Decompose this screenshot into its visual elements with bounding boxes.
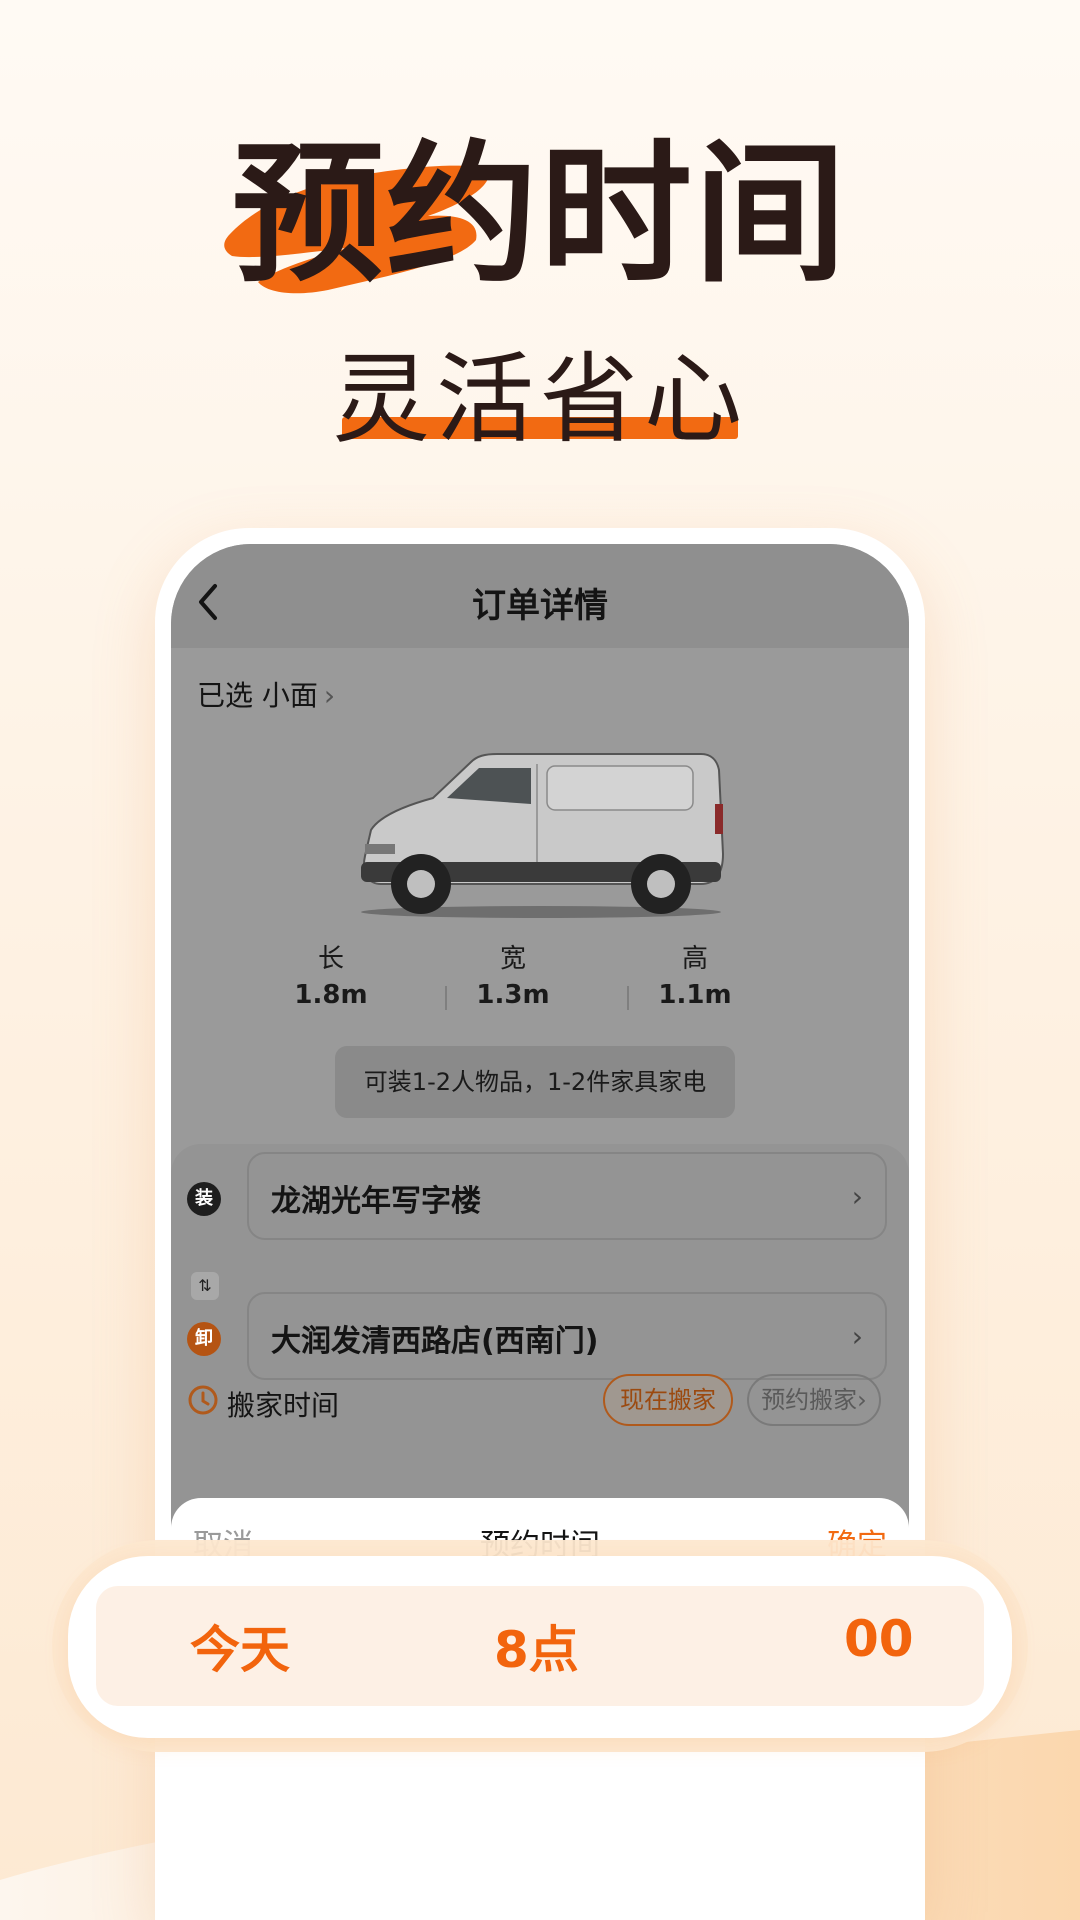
load-address-field[interactable]: 龙湖光年写字楼 › — [247, 1152, 887, 1240]
divider — [627, 986, 629, 1010]
move-now-button[interactable]: 现在搬家 — [603, 1374, 733, 1426]
dimension-width: 宽 1.3m — [453, 942, 573, 1014]
highlight-day: 今天 — [190, 1621, 290, 1679]
picker-highlight-row[interactable]: 今天 8点 00 — [96, 1586, 984, 1706]
dimension-height: 高 1.1m — [635, 942, 755, 1014]
dimension-value: 1.1m — [658, 980, 732, 1010]
dimension-value: 1.3m — [476, 980, 550, 1010]
nav-bar: 订单详情 — [171, 544, 909, 648]
load-badge: 装 — [187, 1182, 221, 1216]
unload-address-text: 大润发清西路店(西南门) — [271, 1324, 599, 1359]
hero-subtitle: 灵活省心 — [0, 345, 1080, 455]
highlight-hour: 8点 — [494, 1621, 579, 1679]
move-time-row: 搬家时间 现在搬家 预约搬家› — [171, 1374, 909, 1434]
chevron-right-icon: › — [851, 1320, 863, 1353]
dimension-length: 长 1.8m — [271, 942, 391, 1014]
hero-subtitle-text: 灵活省心 — [331, 343, 748, 457]
dimension-key: 长 — [317, 944, 344, 974]
page-title: 订单详情 — [472, 586, 608, 626]
chevron-right-icon: › — [323, 679, 336, 712]
chevron-right-icon: › — [851, 1180, 863, 1213]
move-time-label: 搬家时间 — [227, 1389, 340, 1422]
selected-vehicle[interactable]: 已选 小面 › — [197, 674, 335, 714]
vehicle-dimensions: 长 1.8m 宽 1.3m 高 1.1m — [271, 942, 811, 1022]
selected-vehicle-label: 已选 小面 — [197, 679, 318, 712]
dimension-key: 高 — [681, 944, 708, 974]
van-image — [361, 753, 725, 918]
dimension-value: 1.8m — [294, 980, 368, 1010]
capacity-note: 可装1-2人物品，1-2件家具家电 — [335, 1046, 735, 1118]
hero-title: 预约时间 — [0, 130, 1080, 310]
highlight-minute: 00 — [844, 1610, 914, 1668]
unload-badge: 卸 — [187, 1322, 221, 1356]
swap-icon[interactable]: ⇅ — [191, 1272, 219, 1300]
hero-title-text: 预约时间 — [232, 126, 848, 303]
clock-icon — [188, 1385, 218, 1415]
load-address-text: 龙湖光年写字楼 — [271, 1184, 481, 1219]
divider — [445, 986, 447, 1010]
book-move-button[interactable]: 预约搬家› — [747, 1374, 881, 1426]
dimension-key: 宽 — [499, 944, 526, 974]
unload-address-field[interactable]: 大润发清西路店(西南门) › — [247, 1292, 887, 1380]
